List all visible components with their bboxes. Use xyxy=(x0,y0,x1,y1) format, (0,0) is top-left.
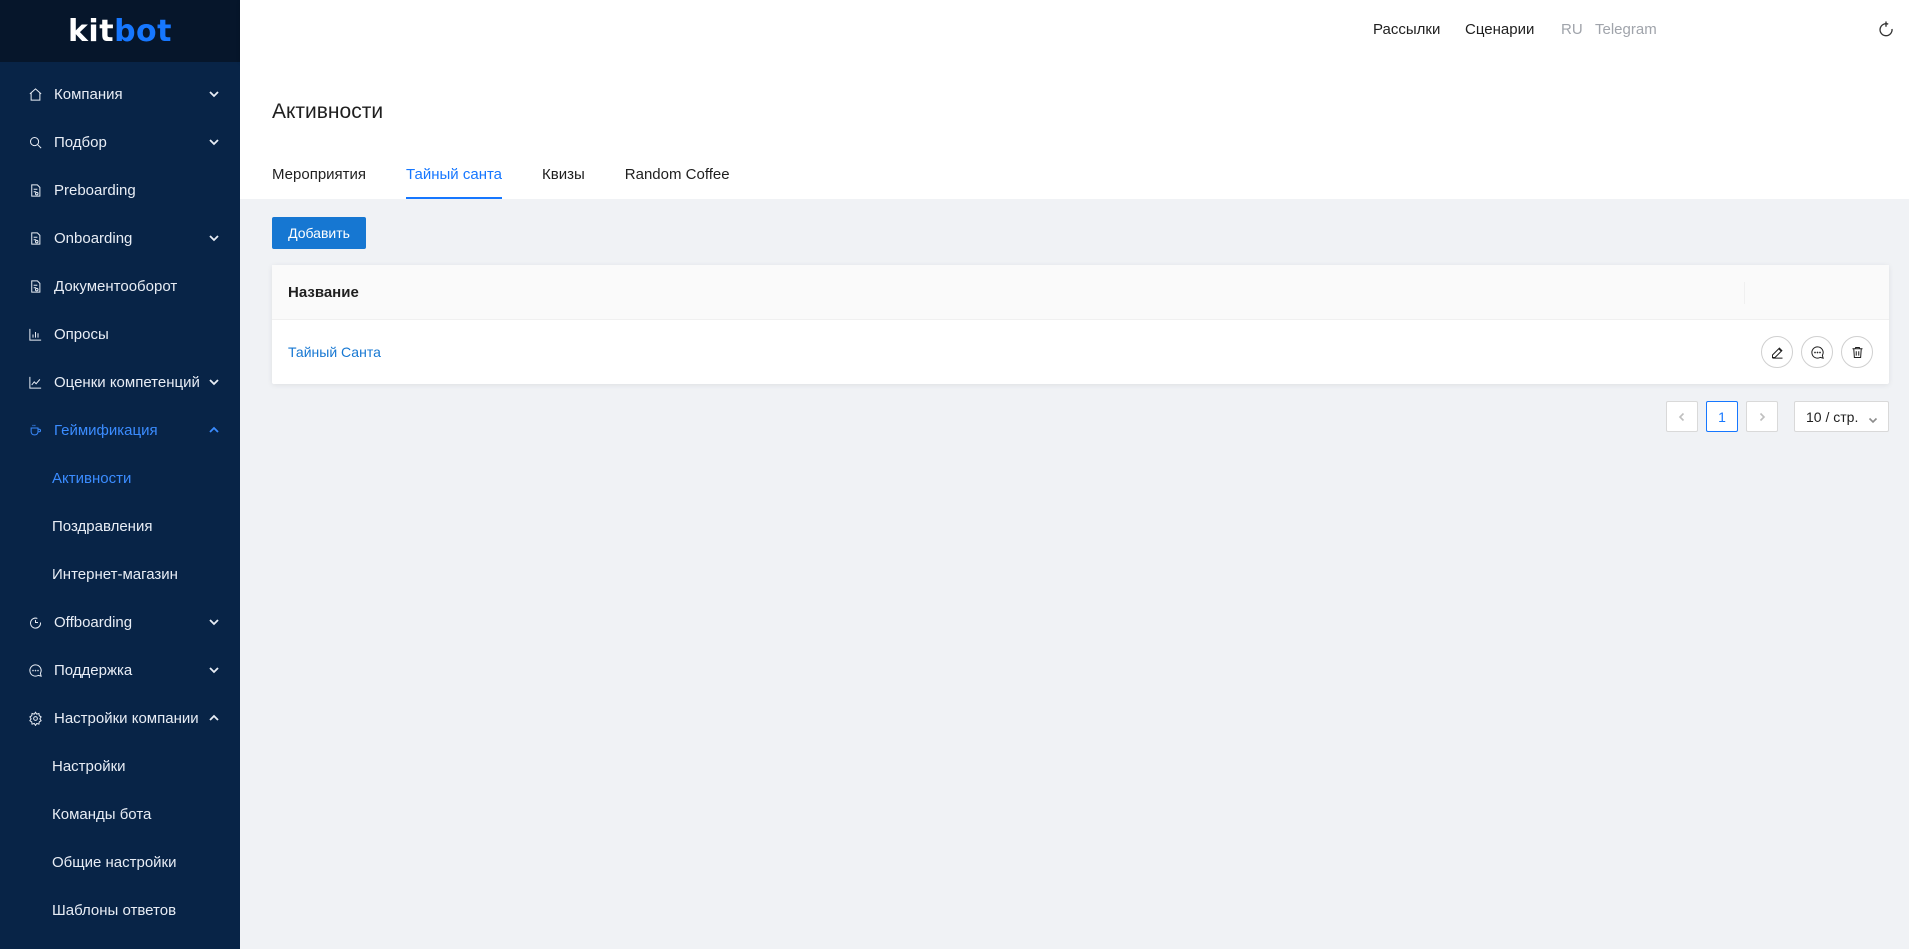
chevron-right-icon xyxy=(1759,412,1766,421)
line-chart-icon xyxy=(27,374,43,390)
logo-prefix: kit xyxy=(67,13,115,49)
pagination: 1 xyxy=(1666,401,1778,432)
sidebar-item-label: Настройки компании xyxy=(54,709,199,727)
document-icon xyxy=(27,182,43,198)
message-icon xyxy=(27,662,43,678)
sidebar-item-label: Документооборот xyxy=(54,277,178,295)
brand-logo[interactable]: kitbot xyxy=(0,0,240,62)
tab-random-coffee[interactable]: Random Coffee xyxy=(625,166,730,199)
chevron-down-icon xyxy=(208,376,220,388)
sidebar-subitem[interactable]: Общие настройки xyxy=(0,838,240,886)
sidebar-item[interactable]: Onboarding xyxy=(0,214,240,262)
chevron-up-icon xyxy=(208,712,220,724)
page-size-select[interactable]: 10 / стр. xyxy=(1794,401,1889,432)
sidebar-item-label: Preboarding xyxy=(54,181,136,199)
sidebar-item[interactable]: Подбор xyxy=(0,118,240,166)
prev-page-button[interactable] xyxy=(1666,401,1698,432)
sidebar-item[interactable]: Поддержка xyxy=(0,646,240,694)
column-divider xyxy=(1744,282,1745,304)
tab-events[interactable]: Мероприятия xyxy=(272,166,366,199)
row-actions xyxy=(1761,336,1873,368)
chevron-up-icon xyxy=(208,424,220,436)
sidebar-item-label: Геймификация xyxy=(54,421,158,439)
chevron-down-icon xyxy=(1868,412,1878,424)
sidebar-subitem[interactable]: Поздравления xyxy=(0,502,240,550)
sidebar-item[interactable]: Компания xyxy=(0,70,240,118)
logout-icon xyxy=(27,614,43,630)
sidebar: kitbot Компания Подбор Preboarding Onboardi… xyxy=(0,0,240,949)
language-switch[interactable]: RU xyxy=(1561,21,1583,38)
search-icon xyxy=(27,134,43,150)
sidebar-item-label: Onboarding xyxy=(54,229,133,247)
sidebar-item[interactable]: Offboarding xyxy=(0,598,240,646)
tabs: Мероприятия Тайный санта Квизы Random Co… xyxy=(272,166,770,199)
sidebar-item-label: Подбор xyxy=(54,133,107,151)
page-title: Активности xyxy=(272,100,384,123)
row-name-link[interactable]: Тайный Санта xyxy=(288,344,381,360)
coffee-icon xyxy=(27,422,43,438)
chevron-down-icon xyxy=(208,232,220,244)
chevron-left-icon xyxy=(1678,412,1685,421)
page-size-value: 10 / стр. xyxy=(1806,408,1859,425)
header-link-mailings[interactable]: Рассылки xyxy=(1373,21,1440,38)
sidebar-item[interactable]: Документооборот xyxy=(0,262,240,310)
table-header: Название xyxy=(272,265,1889,320)
sidebar-subitem[interactable]: Настройки xyxy=(0,742,240,790)
logo-suffix: bot xyxy=(114,13,172,49)
next-page-button[interactable] xyxy=(1746,401,1778,432)
logout-icon[interactable] xyxy=(1877,20,1895,38)
bar-chart-icon xyxy=(27,326,43,342)
sidebar-subitem[interactable]: Команды бота xyxy=(0,790,240,838)
tab-secret-santa[interactable]: Тайный санта xyxy=(406,166,503,199)
sidebar-subitem[interactable]: Активности xyxy=(0,454,240,502)
sidebar-item-label: Опросы xyxy=(54,325,109,343)
sidebar-item[interactable]: Preboarding xyxy=(0,166,240,214)
sidebar-item[interactable]: Геймификация xyxy=(0,406,240,454)
sidebar-subitem[interactable]: Шаблоны ответов xyxy=(0,886,240,934)
activities-table: Название Тайный Санта xyxy=(272,265,1889,384)
sidebar-nav: Компания Подбор Preboarding Onboarding Докум… xyxy=(0,62,240,934)
sidebar-item[interactable]: Настройки компании xyxy=(0,694,240,742)
page-header: Активности Мероприятия Тайный санта Квиз… xyxy=(240,62,1909,199)
home-icon xyxy=(27,86,43,102)
sidebar-item-label: Компания xyxy=(54,85,123,103)
edit-icon[interactable] xyxy=(1761,336,1793,368)
document-icon xyxy=(27,230,43,246)
top-header: Рассылки Сценарии RU Telegram xyxy=(240,0,1909,62)
chevron-down-icon xyxy=(208,664,220,676)
chat-icon[interactable] xyxy=(1801,336,1833,368)
sidebar-item-label: Offboarding xyxy=(54,613,133,631)
sidebar-item[interactable]: Оценки компетенций xyxy=(0,358,240,406)
header-link-scenarios[interactable]: Сценарии xyxy=(1465,21,1534,38)
table-row: Тайный Санта xyxy=(272,320,1889,384)
page-number-button[interactable]: 1 xyxy=(1706,401,1738,432)
sidebar-subitem[interactable]: Интернет-магазин xyxy=(0,550,240,598)
sidebar-item-label: Поддержка xyxy=(54,661,133,679)
document-icon xyxy=(27,278,43,294)
chevron-down-icon xyxy=(208,616,220,628)
chevron-down-icon xyxy=(208,88,220,100)
chevron-down-icon xyxy=(208,136,220,148)
gear-icon xyxy=(27,710,43,726)
tab-quizzes[interactable]: Квизы xyxy=(542,166,585,199)
sidebar-item[interactable]: Опросы xyxy=(0,310,240,358)
add-button[interactable]: Добавить xyxy=(272,217,366,249)
channel-switch[interactable]: Telegram xyxy=(1595,21,1657,38)
sidebar-item-label: Оценки компетенций xyxy=(54,373,200,391)
delete-icon[interactable] xyxy=(1841,336,1873,368)
column-header-name: Название xyxy=(288,283,359,301)
